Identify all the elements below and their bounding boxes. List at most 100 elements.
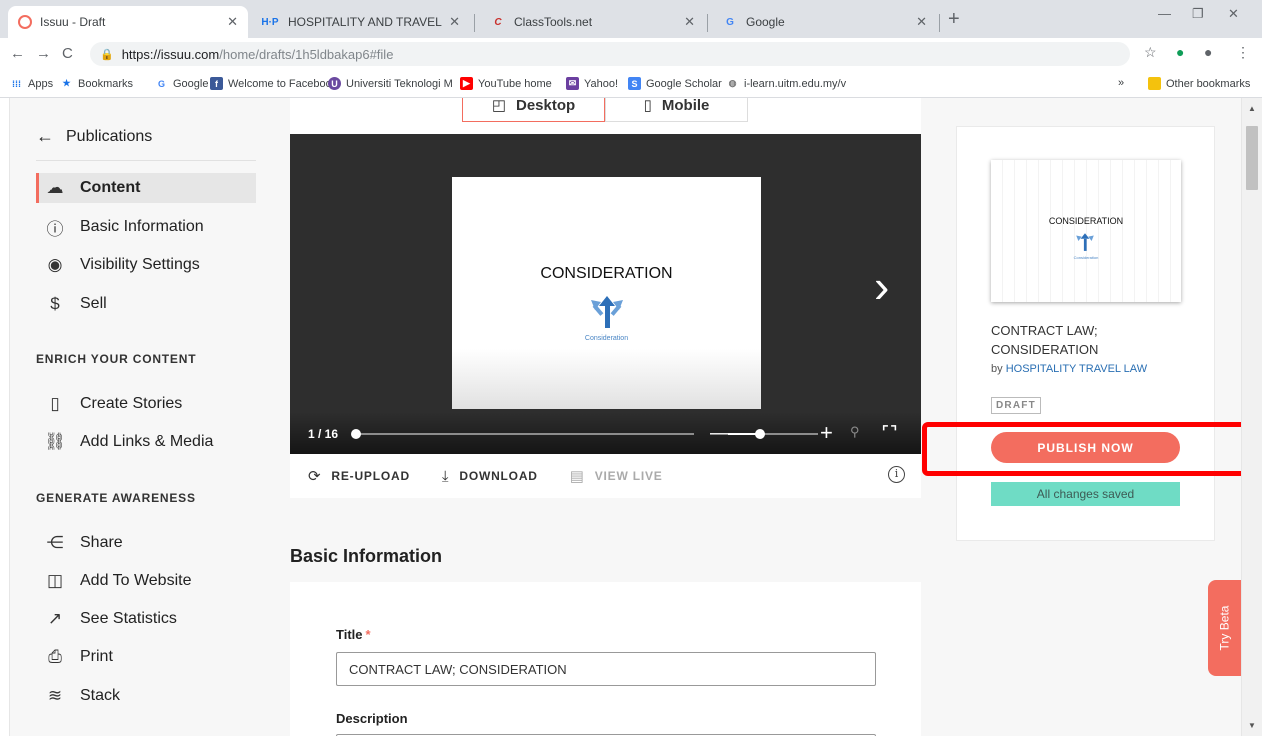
- more-bookmarks-button[interactable]: »: [1118, 77, 1124, 89]
- progress-knob[interactable]: [351, 429, 361, 439]
- folder-icon: [1148, 77, 1161, 90]
- fullscreen-icon[interactable]: ⌜ ⌝: [882, 423, 897, 440]
- sidebar-item-stack[interactable]: ≋ Stack: [36, 681, 256, 711]
- sidebar-item-visibility-settings[interactable]: ◉ Visibility Settings: [36, 250, 256, 280]
- bookmark-google[interactable]: G Google: [155, 77, 209, 90]
- reload-icon[interactable]: C: [62, 45, 73, 62]
- slide-title: CONSIDERATION: [540, 265, 673, 282]
- google-icon: G: [157, 78, 165, 89]
- bookmark-label: Google: [173, 77, 209, 90]
- sidebar-item-share[interactable]: ⋲ Share: [36, 528, 256, 558]
- sidebar-item-see-statistics[interactable]: ↗ See Statistics: [36, 604, 256, 634]
- apps-grid-icon: ⁞⁞⁞: [12, 78, 21, 89]
- address-bar[interactable]: 🔒 https://issuu.com/home/drafts/1h5ldbak…: [90, 42, 1130, 66]
- title-input[interactable]: CONTRACT LAW; CONSIDERATION: [336, 652, 876, 686]
- back-icon[interactable]: ←: [10, 45, 25, 62]
- other-bookmarks-folder[interactable]: Other bookmarks: [1148, 77, 1250, 90]
- star-icon[interactable]: ☆: [1144, 44, 1157, 61]
- window-close-icon[interactable]: ✕: [1228, 6, 1239, 22]
- try-beta-tab[interactable]: Try Beta: [1208, 580, 1241, 676]
- close-icon[interactable]: ✕: [449, 14, 460, 30]
- h5p-icon: H·P: [261, 16, 279, 28]
- tab-title: Google: [746, 15, 785, 29]
- share-icon: ⋲: [46, 533, 64, 552]
- magnifier-icon[interactable]: ⚲: [850, 424, 860, 440]
- sidebar-item-add-to-website[interactable]: ◫ Add To Website: [36, 566, 256, 596]
- basic-information-form: Title * CONTRACT LAW; CONSIDERATION Descr…: [290, 582, 921, 736]
- bookmark-label: YouTube home: [478, 77, 552, 90]
- view-live-button[interactable]: ▤ VIEW LIVE: [570, 467, 663, 485]
- browser-toolbar: ← → C 🔒 https://issuu.com/home/drafts/1h…: [0, 38, 1262, 70]
- info-icon: ⓘ: [46, 219, 64, 239]
- close-icon[interactable]: ✕: [916, 14, 927, 30]
- document-viewer[interactable]: CONSIDERATION Consideration › 1 / 16 — +…: [290, 134, 921, 454]
- zoom-knob[interactable]: [754, 429, 765, 439]
- restore-icon[interactable]: ❐: [1192, 6, 1204, 22]
- info-icon[interactable]: i: [888, 466, 905, 483]
- title-label: Title *: [336, 627, 371, 642]
- google-icon: G: [726, 16, 734, 28]
- menu-icon[interactable]: ⋮: [1236, 44, 1250, 61]
- sidebar-item-print[interactable]: ⎙ Print: [36, 642, 256, 672]
- zoom-in-icon[interactable]: +: [820, 420, 833, 446]
- sidebar-item-label: See Statistics: [80, 610, 177, 627]
- download-button[interactable]: ⤓ DOWNLOAD: [442, 468, 538, 485]
- back-to-publications-link[interactable]: ← Publications: [36, 126, 152, 147]
- bookmark-facebook[interactable]: f Welcome to Faceboo: [210, 77, 332, 90]
- next-page-arrow-icon[interactable]: ›: [874, 263, 889, 309]
- forward-icon[interactable]: →: [36, 45, 51, 62]
- tab-h5p[interactable]: H·P HOSPITALITY AND TRAVEL | H5P ✕: [250, 6, 470, 38]
- classtools-icon: C: [494, 16, 502, 28]
- tab-title: Issuu - Draft: [40, 15, 106, 29]
- bookmark-label: Apps: [28, 77, 54, 90]
- scroll-thumb[interactable]: [1246, 126, 1258, 190]
- minimize-icon[interactable]: —: [1158, 6, 1171, 21]
- zoom-out-icon[interactable]: —: [710, 422, 730, 445]
- page-scrollbar[interactable]: ▲ ▼: [1241, 98, 1262, 736]
- bookmark-yahoo[interactable]: ✉ Yahoo!: [566, 77, 618, 90]
- crossroads-arrows-icon: [591, 296, 623, 328]
- bookmark-apps[interactable]: ⁞⁞⁞ Apps: [10, 77, 53, 90]
- scroll-down-icon[interactable]: ▼: [1248, 721, 1256, 730]
- phone-icon: ▯: [50, 394, 60, 413]
- sidebar-item-sell[interactable]: $ Sell: [36, 289, 256, 319]
- issuu-icon: [18, 15, 32, 29]
- bookmarks-bar: ⁞⁞⁞ Apps ★ Bookmarks G Google f Welcome to F…: [0, 70, 1262, 98]
- tab-classtools[interactable]: C ClassTools.net ✕: [480, 6, 705, 38]
- bookmark-google-scholar[interactable]: S Google Scholar: [628, 77, 722, 90]
- page-progress-slider[interactable]: [351, 429, 694, 439]
- grammarly-icon[interactable]: ●: [1176, 44, 1184, 60]
- sidebar-item-create-stories[interactable]: ▯ Create Stories: [36, 389, 256, 419]
- new-tab-icon[interactable]: +: [948, 8, 960, 31]
- scroll-up-icon[interactable]: ▲: [1248, 104, 1256, 113]
- bookmark-ilearn[interactable]: ◍ i-learn.uitm.edu.my/v: [726, 77, 847, 90]
- reupload-button[interactable]: ⟳ RE-UPLOAD: [308, 467, 410, 485]
- crossroads-arrows-icon: [1076, 233, 1094, 251]
- annotation-highlight-box: [922, 422, 1249, 476]
- sidebar-item-content[interactable]: ☁ Content: [36, 173, 256, 203]
- toggle-desktop-button[interactable]: ◰ Desktop: [462, 98, 605, 122]
- bookmark-bookmarks[interactable]: ★ Bookmarks: [60, 77, 133, 90]
- toggle-mobile-button[interactable]: ▯ Mobile: [605, 98, 748, 122]
- slide-page: CONSIDERATION Consideration: [452, 177, 761, 409]
- scholar-icon: S: [628, 77, 641, 90]
- sidebar-item-label: Stack: [80, 687, 121, 704]
- sidebar-item-label: Add To Website: [80, 572, 192, 589]
- description-label: Description: [336, 711, 408, 726]
- sidebar-item-add-links-media[interactable]: ⛓ Add Links & Media: [36, 427, 256, 457]
- bookmark-label: Google Scholar: [646, 77, 722, 90]
- bookmark-label: Bookmarks: [78, 77, 134, 90]
- zoom-slider[interactable]: [728, 429, 818, 439]
- sidebar-item-basic-information[interactable]: ⓘ Basic Information: [36, 212, 256, 242]
- tab-google[interactable]: G Google ✕: [712, 6, 937, 38]
- bookmark-uitm[interactable]: U Universiti Teknologi M: [328, 77, 453, 90]
- download-icon: ⤓: [441, 467, 450, 485]
- close-icon[interactable]: ✕: [684, 14, 695, 30]
- thumbnail-caption: Consideration: [1073, 255, 1099, 260]
- author-link[interactable]: HOSPITALITY TRAVEL LAW: [1006, 363, 1147, 375]
- profile-avatar[interactable]: ●: [1204, 44, 1212, 60]
- bookmark-youtube[interactable]: ▶ YouTube home: [460, 77, 552, 90]
- tab-issuu-draft[interactable]: Issuu - Draft ✕: [8, 6, 248, 38]
- try-beta-label: Try Beta: [1217, 605, 1232, 651]
- close-icon[interactable]: ✕: [227, 14, 238, 30]
